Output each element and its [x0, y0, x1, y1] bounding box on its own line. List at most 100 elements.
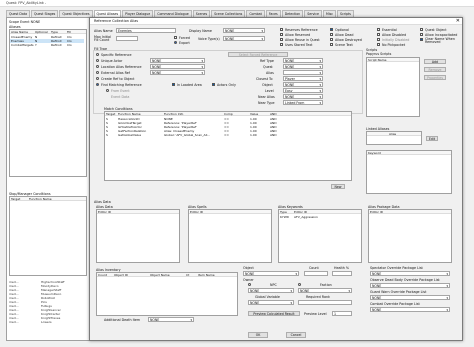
forced-checkbox[interactable] — [174, 36, 177, 39]
max-initial-fill-input[interactable] — [116, 36, 138, 41]
alias-col-optional[interactable]: Optional — [34, 30, 50, 34]
npc-radio[interactable] — [248, 283, 251, 286]
allow-disabled-checkbox[interactable] — [377, 33, 380, 36]
tab-command-dialogue[interactable]: Command Dialogue — [154, 10, 192, 17]
inv-col-count[interactable]: Count — [97, 273, 113, 277]
uses-stored-text-checkbox[interactable] — [280, 43, 283, 46]
alias-package-col-editor-id[interactable]: Editor ID — [369, 210, 383, 214]
level-select[interactable]: Easy — [283, 88, 323, 93]
story-col-function[interactable]: Function Name — [28, 197, 68, 201]
alias-select[interactable] — [283, 70, 323, 75]
create-ref-radio[interactable] — [96, 77, 99, 80]
tab-combat[interactable]: Combat — [246, 10, 265, 17]
properties-button[interactable]: Properties — [424, 75, 446, 80]
cond-col-function[interactable]: Function Name — [117, 112, 163, 116]
allow-reserved-checkbox[interactable] — [280, 33, 283, 36]
ref-type-select[interactable]: NONE — [283, 58, 323, 63]
alias-name-input[interactable]: Enemies — [116, 28, 176, 33]
tab-detection[interactable]: Detection — [281, 10, 304, 17]
location-alias-select[interactable]: NONE — [150, 64, 205, 69]
owner-npc-select[interactable]: NONE — [248, 288, 294, 293]
script-col-name[interactable]: Script Name — [367, 58, 387, 62]
additional-death-item-select[interactable]: NONE — [148, 317, 194, 322]
alias-col-type[interactable]: Type — [50, 30, 66, 34]
allow-dead-checkbox[interactable] — [330, 33, 333, 36]
spectator-override-select[interactable]: NONE — [370, 271, 450, 276]
cond-col-value[interactable]: Value — [249, 112, 269, 116]
location-alias-radio[interactable] — [96, 65, 99, 68]
quest-object-checkbox[interactable] — [420, 28, 423, 31]
preview-level-input[interactable]: 1 — [332, 311, 352, 316]
cond-col-and[interactable]: AND — [269, 112, 285, 116]
alias-keywords-list[interactable]: Type Editor ID KYWD AFV_Aggression — [278, 209, 362, 263]
allow-destroyed-checkbox[interactable] — [330, 38, 333, 41]
external-alias-radio[interactable] — [96, 71, 99, 74]
alias-inventory-list[interactable]: Count Object ID Object Name Ct Item Name — [96, 272, 238, 316]
cond-col-comp[interactable]: Comp — [223, 112, 249, 116]
tab-scenes[interactable]: Scenes — [192, 10, 211, 17]
add-script-button[interactable]: Add — [424, 59, 446, 64]
new-condition-button[interactable]: New — [331, 184, 345, 189]
clear-name-checkbox[interactable] — [420, 38, 423, 41]
inv-col-item-name[interactable]: Item Name — [197, 273, 227, 277]
cancel-button[interactable]: Cancel — [286, 332, 306, 338]
alias-package-list[interactable]: Editor ID — [368, 209, 452, 263]
initially-disabled-checkbox[interactable] — [377, 38, 380, 41]
linked-col-alias[interactable]: Alias — [367, 132, 396, 136]
tab-faces[interactable]: Faces — [265, 10, 281, 17]
edit-linked-button[interactable]: Edit — [426, 136, 438, 141]
from-event-radio[interactable] — [106, 89, 109, 92]
count-input[interactable] — [304, 271, 328, 276]
reserves-reference-checkbox[interactable] — [280, 28, 283, 31]
cond-col-target[interactable]: Target — [105, 112, 117, 116]
unique-actor-radio[interactable] — [96, 59, 99, 62]
tab-misc[interactable]: Misc — [322, 10, 337, 17]
alias-keywords-col-editor-id[interactable]: Editor ID — [293, 210, 307, 214]
closest-to-select[interactable]: Player — [283, 76, 323, 81]
unique-actor-select[interactable]: NONE — [150, 58, 205, 63]
script-list[interactable]: Script Name — [366, 57, 420, 117]
global-variable-select[interactable]: NONE — [248, 300, 294, 305]
remove-script-button[interactable]: Remove — [424, 67, 446, 72]
tab-service[interactable]: Service — [304, 10, 322, 17]
combat-override-select[interactable]: NONE — [370, 307, 450, 312]
alias-row[interactable]: CombatTargets Y RefColl Clo — [10, 43, 84, 47]
condition-row[interactable]: S GetGlobalValue Global: 'AFV_Global_Sca… — [105, 133, 285, 137]
story-conditions-list[interactable]: Target Function Name — [9, 196, 87, 276]
select-forced-reference-button[interactable]: Select Forced Reference — [228, 52, 288, 57]
alias-spells-col-editor-id[interactable]: Editor ID — [189, 210, 203, 214]
keyword-list[interactable]: Keyword — [366, 150, 452, 194]
linked-aliases-list[interactable]: Alias — [366, 131, 422, 145]
tab-quest-data[interactable]: Quest Data — [6, 10, 31, 17]
near-type-select[interactable]: Linked From — [283, 100, 323, 105]
in-loaded-area-checkbox[interactable] — [172, 83, 175, 86]
faction-radio[interactable] — [298, 283, 301, 286]
inv-col-object-name[interactable]: Object Name — [149, 273, 185, 277]
essential-checkbox[interactable] — [377, 28, 380, 31]
inv-col-object-id[interactable]: Object ID — [113, 273, 149, 277]
cond-col-info[interactable]: Function Info — [163, 112, 223, 116]
voice-type-select[interactable]: NONE — [223, 36, 265, 41]
allow-reuse-checkbox[interactable] — [280, 38, 283, 41]
keyword-row[interactable]: KYWD AFV_Aggression — [279, 215, 318, 219]
alias-data-list[interactable]: Editor ID — [96, 209, 180, 263]
guard-warn-select[interactable]: NONE — [370, 295, 450, 300]
allow-incapacitated-checkbox[interactable] — [420, 33, 423, 36]
health-input[interactable] — [332, 271, 352, 276]
observe-dead-body-select[interactable]: NONE — [370, 283, 450, 288]
alias-list[interactable]: Alias Name Optional Type Fill ClosestEne… — [9, 29, 87, 177]
alias-spells-list[interactable]: Editor ID — [188, 209, 272, 263]
display-name-select[interactable]: NONE — [223, 28, 265, 33]
keyword-col[interactable]: Keyword — [367, 151, 381, 155]
tab-quest-aliases[interactable]: Quest Aliases — [93, 10, 122, 17]
tab-scene-collections[interactable]: Scene Collections — [211, 10, 246, 17]
object-select[interactable]: NONE — [283, 82, 323, 87]
match-conditions-list[interactable]: Target Function Name Function Info Comp … — [104, 111, 352, 181]
export-radio[interactable] — [174, 41, 177, 44]
no-pickpocket-checkbox[interactable] — [377, 43, 380, 46]
near-alias-select[interactable]: NONE — [283, 94, 323, 99]
tree-item[interactable]: med... — [9, 320, 39, 324]
actors-only-checkbox[interactable] — [212, 83, 215, 86]
preview-calculated-result-button[interactable]: Preview Calculated Result — [248, 311, 300, 316]
owner-faction-select[interactable]: NONE — [298, 288, 352, 293]
